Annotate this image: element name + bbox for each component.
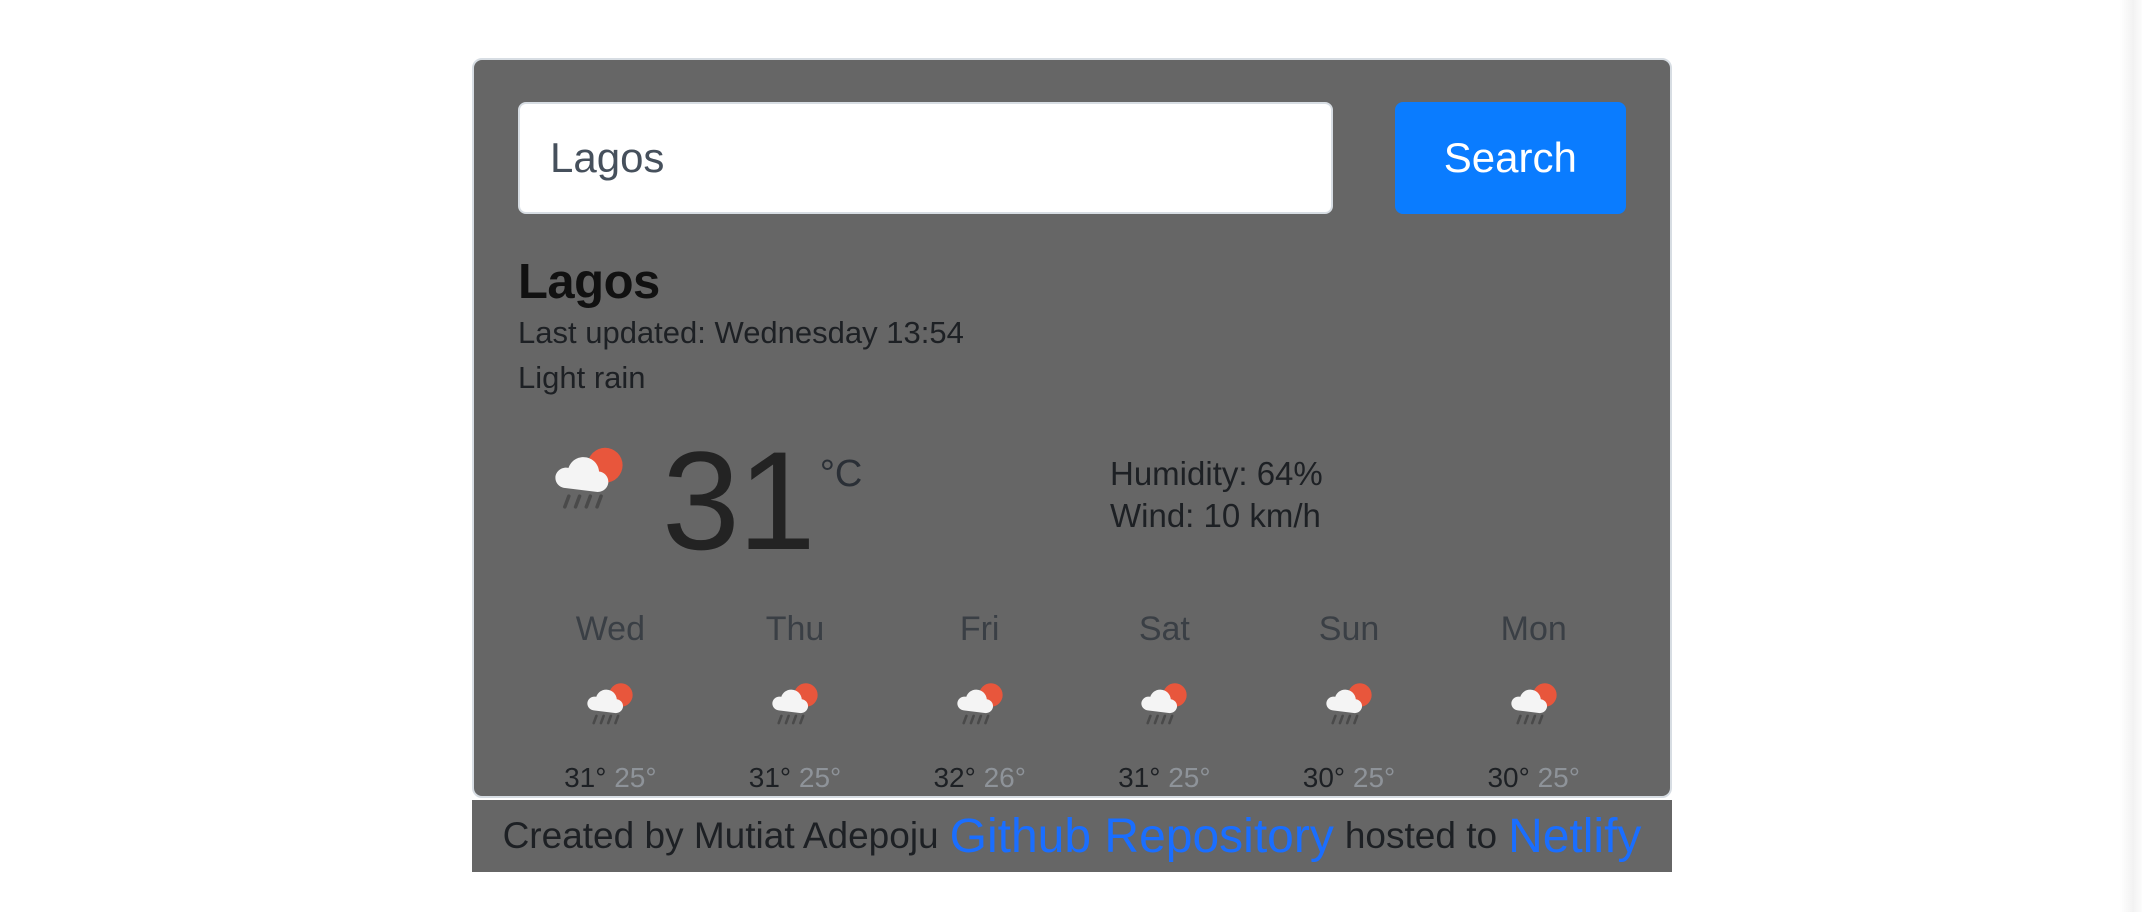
- cloud-sun-rain-icon: [546, 437, 632, 528]
- humidity-text: Humidity: 64%: [1110, 454, 1323, 492]
- footer-hosted-text: hosted to: [1344, 815, 1498, 856]
- cloud-sun-rain-icon: [703, 668, 888, 742]
- forecast-day-name: Mon: [1500, 609, 1567, 648]
- last-updated-text: Last updated: Wednesday 13:54: [518, 314, 964, 350]
- temperature-unit: °C: [819, 452, 863, 495]
- forecast-temp-max: 31°: [748, 761, 792, 793]
- condition-text: Light rain: [518, 359, 646, 395]
- search-row: Search: [518, 102, 1626, 214]
- forecast-day-temps: 31° 25°: [518, 762, 703, 794]
- forecast-day-temps: 30° 25°: [1257, 762, 1442, 794]
- page-root: Search Lagos Last updated: Wednesday 13:…: [0, 0, 2142, 912]
- forecast-day-name: Sat: [1138, 609, 1190, 648]
- forecast-day-temps: 31° 25°: [703, 762, 888, 794]
- forecast-day-temps: 31° 25°: [1072, 762, 1257, 794]
- forecast-temp-min: 25°: [1352, 761, 1396, 793]
- cloud-sun-rain-icon: [518, 668, 703, 742]
- netlify-link[interactable]: Netlify: [1508, 809, 1641, 864]
- wind-text: Wind: 10 km/h: [1110, 496, 1321, 534]
- temperature-group: 31 °C: [518, 421, 1106, 579]
- forecast-day-name: Sun: [1318, 609, 1380, 648]
- footer-credit: Created by Mutiat Adepoju: [502, 815, 939, 856]
- forecast-temp-min: 25°: [614, 761, 657, 793]
- forecast-day: Sun 30° 25°: [1257, 612, 1442, 794]
- forecast-day-name: Thu: [765, 609, 825, 648]
- forecast-day: Thu 31° 25°: [703, 612, 888, 794]
- forecast-day-name: Fri: [959, 609, 1000, 648]
- forecast-temp-min: 25°: [1168, 761, 1211, 793]
- extra-metrics-group: Humidity: 64% Wind: 10 km/h: [1106, 437, 1323, 537]
- temperature-value: 31: [662, 421, 816, 579]
- footer-bar: Created by Mutiat Adepoju Github Reposit…: [472, 800, 1672, 872]
- current-conditions-block: Lagos Last updated: Wednesday 13:54 Ligh…: [518, 255, 1626, 579]
- forecast-day-temps: 32° 26°: [887, 762, 1072, 794]
- cloud-sun-rain-icon: [1072, 668, 1257, 742]
- github-repository-link[interactable]: Github Repository: [950, 809, 1334, 864]
- forecast-temp-max: 32°: [933, 761, 976, 793]
- forecast-temp-min: 26°: [983, 761, 1026, 793]
- forecast-day: Wed 31° 25°: [518, 612, 703, 794]
- conditions-row: 31 °C Humidity: 64% Wind: 10 km/h: [518, 421, 1626, 579]
- forecast-temp-max: 30°: [1302, 761, 1346, 793]
- cloud-sun-rain-icon: [887, 668, 1072, 742]
- cloud-sun-rain-icon: [1441, 668, 1626, 742]
- forecast-temp-max: 31°: [564, 761, 607, 793]
- forecast-day-name: Wed: [575, 609, 645, 648]
- forecast-temp-min: 25°: [798, 761, 842, 793]
- forecast-day-temps: 30° 25°: [1441, 762, 1626, 794]
- forecast-temp-min: 25°: [1537, 761, 1580, 793]
- forecast-temp-max: 31°: [1118, 761, 1161, 793]
- cloud-sun-rain-icon: [1257, 668, 1442, 742]
- forecast-temp-max: 30°: [1487, 761, 1530, 793]
- vertical-scrollbar[interactable]: [2120, 0, 2142, 912]
- forecast-row: Wed 31° 25°Thu 31° 25°Fri 32° 26°Sat: [518, 612, 1626, 794]
- search-button[interactable]: Search: [1394, 102, 1626, 214]
- weather-card: Search Lagos Last updated: Wednesday 13:…: [472, 58, 1672, 798]
- search-input[interactable]: [518, 102, 1333, 214]
- forecast-day: Fri 32° 26°: [887, 612, 1072, 794]
- forecast-day: Sat 31° 25°: [1072, 612, 1257, 794]
- city-name: Lagos: [518, 255, 660, 309]
- forecast-day: Mon 30° 25°: [1441, 612, 1626, 794]
